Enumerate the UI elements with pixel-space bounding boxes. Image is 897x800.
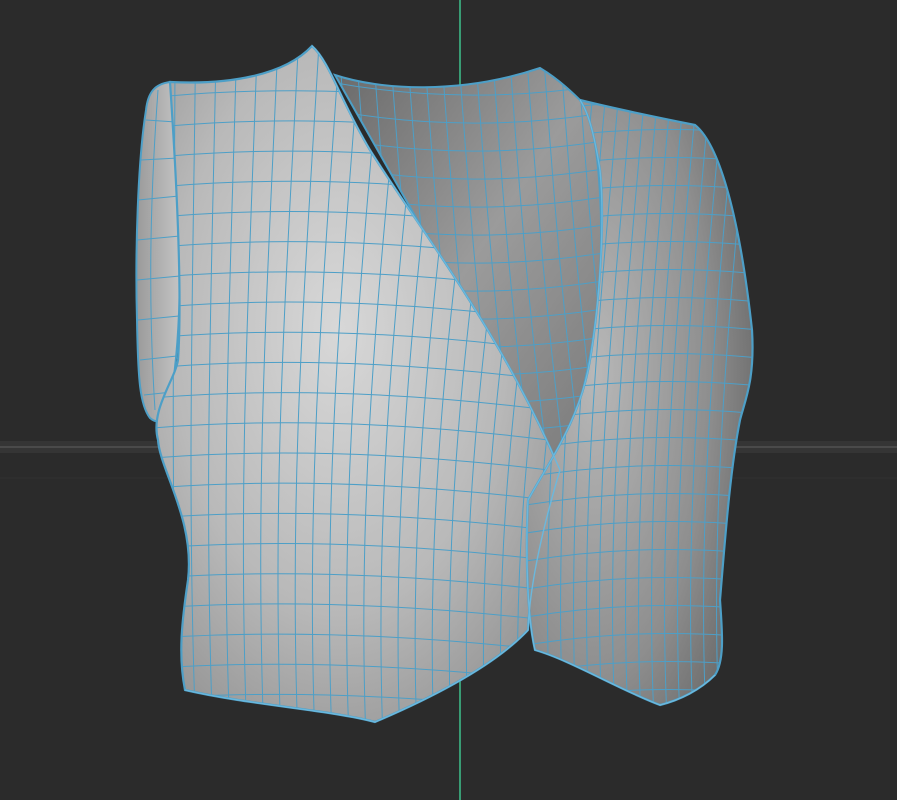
3d-viewport[interactable] (0, 0, 897, 800)
vest-mesh-icon[interactable] (130, 40, 760, 744)
wire-edge (130, 725, 580, 744)
viewport-canvas[interactable] (0, 0, 897, 800)
